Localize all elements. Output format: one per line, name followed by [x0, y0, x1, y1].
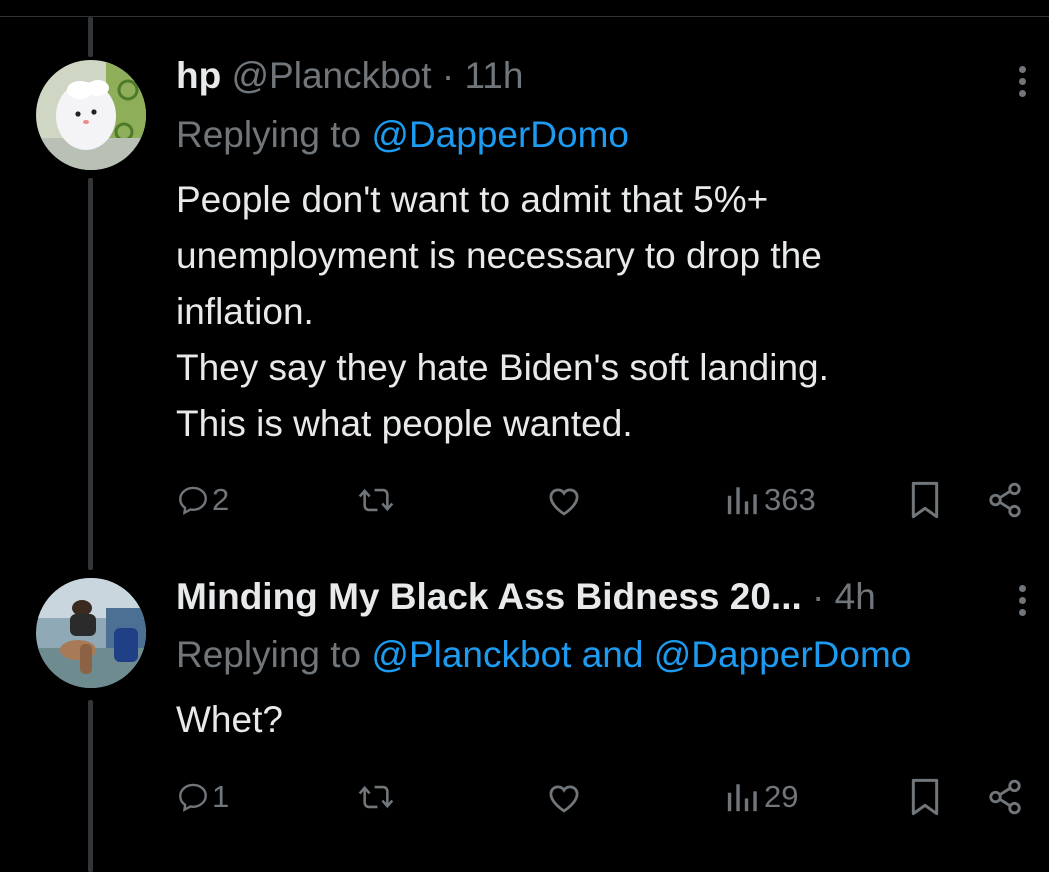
share-button[interactable]: [986, 775, 1024, 819]
thread-view: hp @Planckbot · 11h Replying to @DapperD…: [0, 0, 1049, 872]
more-icon[interactable]: [1019, 585, 1029, 621]
handle[interactable]: @Planckbot: [231, 55, 431, 96]
thread-line: [88, 17, 93, 57]
mention-joiner: and: [581, 634, 644, 675]
bookmark-icon: [911, 778, 939, 816]
views-icon: [727, 784, 757, 812]
mention-link[interactable]: @Planckbot: [371, 634, 571, 675]
reply-button[interactable]: 1: [176, 775, 229, 819]
share-icon: [989, 779, 1021, 815]
retweet-button[interactable]: [356, 478, 396, 522]
bookmark-button[interactable]: [908, 478, 942, 522]
views-button[interactable]: 363: [722, 478, 816, 522]
more-icon[interactable]: [1019, 66, 1029, 102]
reply-count: 2: [212, 482, 230, 517]
thread-line: [88, 178, 93, 570]
like-button[interactable]: [545, 478, 583, 522]
tweet-text: People don't want to admit that 5%+ unem…: [176, 172, 976, 452]
separator-dot: ·: [812, 576, 825, 617]
bookmark-icon: [911, 481, 939, 519]
avatar[interactable]: [36, 578, 146, 688]
retweet-icon: [358, 785, 394, 809]
retweet-icon: [358, 488, 394, 512]
divider: [0, 16, 1049, 17]
reply-icon: [179, 486, 207, 515]
replying-prefix: Replying to: [176, 634, 362, 675]
text-line: This is what people wanted.: [176, 403, 633, 444]
like-button[interactable]: [545, 775, 583, 819]
display-name[interactable]: Minding My Black Ass Bidness 20...: [176, 576, 802, 617]
mention-link[interactable]: @DapperDomo: [371, 114, 629, 155]
mention-link[interactable]: @DapperDomo: [654, 634, 912, 675]
share-icon: [989, 482, 1021, 518]
timestamp[interactable]: 4h: [835, 576, 876, 617]
replying-to: Replying to @Planckbot and @DapperDomo: [176, 633, 911, 677]
replying-prefix: Replying to: [176, 114, 362, 155]
views-icon: [727, 487, 757, 515]
reply-button[interactable]: 2: [176, 478, 229, 522]
ghost-avatar-image: [36, 60, 146, 170]
text-line: inflation.: [176, 291, 314, 332]
like-icon: [549, 785, 579, 813]
text-line: Whet?: [176, 699, 283, 740]
reply-icon: [179, 783, 207, 812]
tweet-header: hp @Planckbot · 11h: [176, 54, 523, 98]
text-line: They say they hate Biden's soft landing.: [176, 347, 829, 388]
tweet-text: Whet?: [176, 692, 976, 748]
text-line: People don't want to admit that 5%+: [176, 179, 769, 220]
like-icon: [549, 488, 579, 516]
separator-dot: ·: [441, 55, 455, 96]
reply-count: 1: [212, 779, 230, 814]
text-line: unemployment is necessary to drop the: [176, 235, 822, 276]
views-count: 29: [764, 779, 799, 814]
display-name[interactable]: hp: [176, 55, 221, 96]
retweet-button[interactable]: [356, 775, 396, 819]
thread-line: [88, 700, 93, 872]
views-count: 363: [764, 482, 816, 517]
views-button[interactable]: 29: [722, 775, 798, 819]
timestamp[interactable]: 11h: [464, 55, 523, 96]
person-photo-avatar-image: [36, 578, 146, 688]
bookmark-button[interactable]: [908, 775, 942, 819]
tweet-header: Minding My Black Ass Bidness 20... · 4h: [176, 575, 876, 619]
replying-to: Replying to @DapperDomo: [176, 113, 629, 157]
avatar[interactable]: [36, 60, 146, 170]
share-button[interactable]: [986, 478, 1024, 522]
